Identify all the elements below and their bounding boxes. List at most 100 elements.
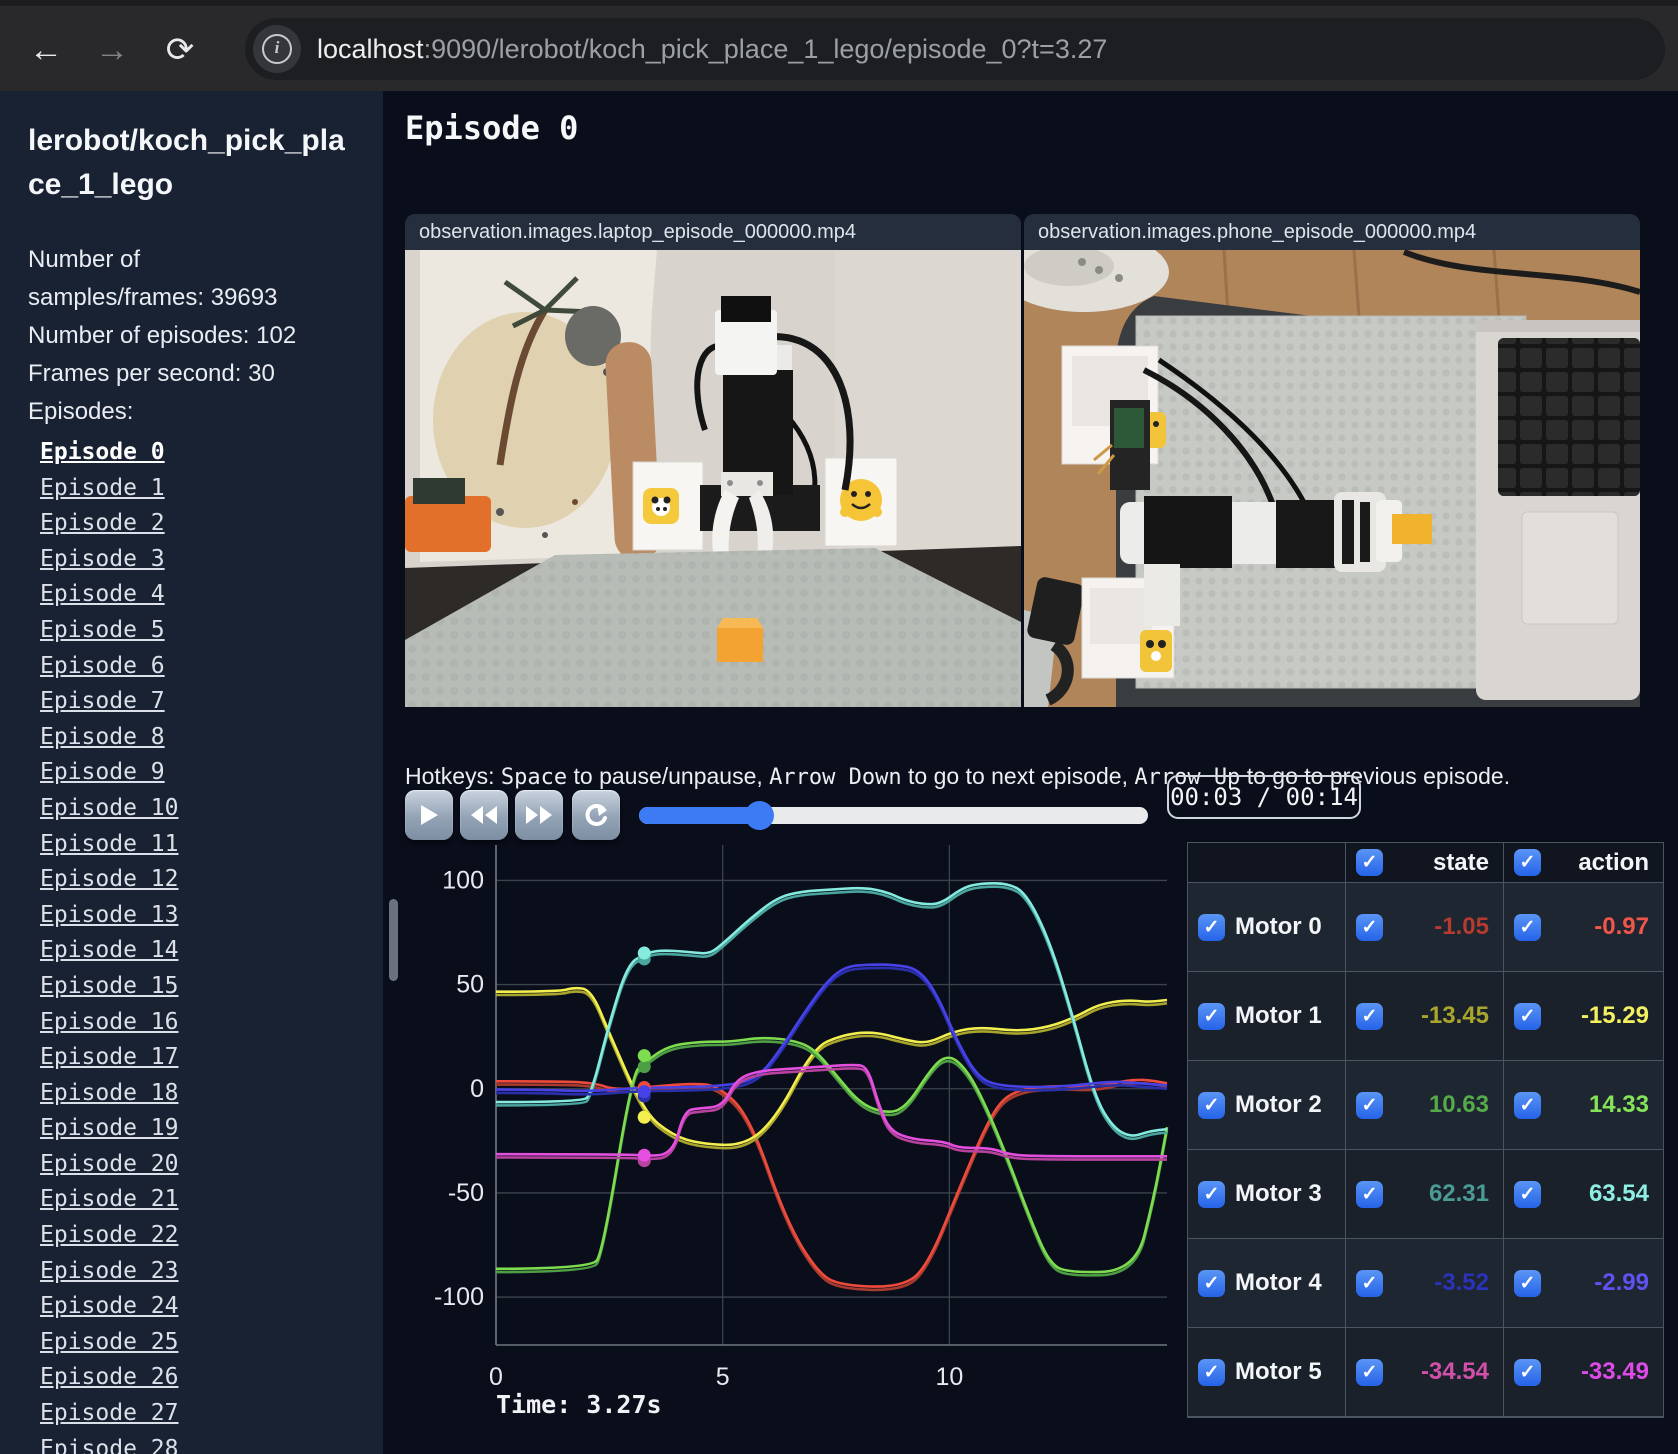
chart-time-label: Time: 3.27s bbox=[496, 1390, 662, 1419]
table-row: ✓ Motor 3 ✓ 62.31 ✓ 63.54 bbox=[1188, 1150, 1663, 1239]
checkbox-motor-5[interactable]: ✓ bbox=[1198, 1358, 1225, 1386]
sidebar-episode-link[interactable]: Episode 18 bbox=[40, 1076, 178, 1112]
site-info-button[interactable]: i bbox=[253, 25, 301, 73]
time-display: 00:03 / 00:14 bbox=[1167, 775, 1361, 819]
checkbox-motor-2[interactable]: ✓ bbox=[1198, 1091, 1225, 1119]
y-tick-label: -100 bbox=[434, 1283, 484, 1311]
sidebar-episode-link[interactable]: Episode 22 bbox=[40, 1218, 178, 1254]
action-cell: ✓ -2.99 bbox=[1504, 1239, 1663, 1328]
sidebar-episode-link[interactable]: Episode 7 bbox=[40, 684, 178, 720]
sidebar-episode-link[interactable]: Episode 12 bbox=[40, 862, 178, 898]
motor-name-label: Motor 2 bbox=[1235, 1091, 1322, 1118]
state-value: 62.31 bbox=[1428, 1180, 1489, 1207]
sidebar-episode-link[interactable]: Episode 17 bbox=[40, 1040, 178, 1076]
sidebar-episode-link[interactable]: Episode 1 bbox=[40, 471, 178, 507]
sidebar-episode-link[interactable]: Episode 6 bbox=[40, 649, 178, 685]
checkbox-motor-1-action[interactable]: ✓ bbox=[1514, 1002, 1541, 1030]
motor-name-cell: ✓ Motor 0 bbox=[1188, 883, 1346, 972]
checkbox-motor-1-state[interactable]: ✓ bbox=[1356, 1002, 1383, 1030]
sidebar: lerobot/koch_pick_place_1_lego Number of… bbox=[0, 91, 383, 1454]
address-bar[interactable]: i localhost:9090/lerobot/koch_pick_place… bbox=[245, 18, 1665, 80]
sidebar-episode-link[interactable]: Episode 3 bbox=[40, 542, 178, 578]
seek-slider[interactable] bbox=[639, 801, 1148, 830]
play-button[interactable] bbox=[405, 790, 453, 840]
sidebar-episode-link[interactable]: Episode 10 bbox=[40, 791, 178, 827]
sidebar-episode-link[interactable]: Episode 4 bbox=[40, 577, 178, 613]
motor-name-cell: ✓ Motor 2 bbox=[1188, 1061, 1346, 1150]
motor-name-label: Motor 1 bbox=[1235, 1002, 1322, 1029]
checkbox-motor-3-state[interactable]: ✓ bbox=[1356, 1180, 1383, 1208]
checkbox-motor-3[interactable]: ✓ bbox=[1198, 1180, 1225, 1208]
sidebar-episode-link[interactable]: Episode 20 bbox=[40, 1147, 178, 1183]
sidebar-episode-link[interactable]: Episode 15 bbox=[40, 969, 178, 1005]
checkbox-motor-3-action[interactable]: ✓ bbox=[1514, 1180, 1541, 1208]
video-laptop[interactable] bbox=[405, 250, 1021, 707]
checkbox-motor-4-state[interactable]: ✓ bbox=[1356, 1269, 1383, 1297]
url-host: localhost bbox=[317, 33, 424, 64]
sidebar-episode-link[interactable]: Episode 2 bbox=[40, 506, 178, 542]
browser-reload-icon[interactable]: ⟳ bbox=[158, 28, 202, 72]
motor-table: ✓ state ✓ action ✓ Motor 0 ✓ -1.05 ✓ -0.97 ✓ Motor … bbox=[1187, 842, 1664, 1418]
state-cell: ✓ -13.45 bbox=[1346, 972, 1504, 1061]
sidebar-episode-link[interactable]: Episode 24 bbox=[40, 1289, 178, 1325]
sidebar-episode-link[interactable]: Episode 0 bbox=[40, 435, 178, 471]
fast-forward-icon bbox=[526, 806, 552, 824]
sidebar-episode-link[interactable]: Episode 5 bbox=[40, 613, 178, 649]
checkbox-motor-5-action[interactable]: ✓ bbox=[1514, 1358, 1541, 1386]
video-panel-laptop: observation.images.laptop_episode_000000… bbox=[405, 214, 1021, 707]
sidebar-episode-link[interactable]: Episode 27 bbox=[40, 1396, 178, 1432]
table-corner-cell bbox=[1188, 843, 1346, 883]
loop-icon bbox=[585, 804, 607, 826]
checkbox-motor-1[interactable]: ✓ bbox=[1198, 1002, 1225, 1030]
hotkey-text: to pause/unpause, bbox=[567, 763, 770, 789]
sidebar-episode-link[interactable]: Episode 8 bbox=[40, 720, 178, 756]
hotkey-text: to go to next episode, bbox=[901, 763, 1135, 789]
sidebar-episode-link[interactable]: Episode 26 bbox=[40, 1360, 178, 1396]
fast-forward-button[interactable] bbox=[515, 790, 563, 840]
y-tick-label: -50 bbox=[448, 1179, 484, 1207]
action-value: -2.99 bbox=[1594, 1269, 1649, 1296]
sidebar-episode-link[interactable]: Episode 21 bbox=[40, 1182, 178, 1218]
sidebar-episode-link[interactable]: Episode 25 bbox=[40, 1325, 178, 1361]
sidebar-episode-link[interactable]: Episode 9 bbox=[40, 755, 178, 791]
checkbox-all-action[interactable]: ✓ bbox=[1514, 849, 1541, 876]
checkbox-all-state[interactable]: ✓ bbox=[1356, 849, 1383, 876]
checkbox-motor-4[interactable]: ✓ bbox=[1198, 1269, 1225, 1297]
sidebar-episode-link[interactable]: Episode 16 bbox=[40, 1005, 178, 1041]
sidebar-episode-link[interactable]: Episode 19 bbox=[40, 1111, 178, 1147]
checkbox-motor-2-action[interactable]: ✓ bbox=[1514, 1091, 1541, 1119]
browser-back-icon[interactable]: ← bbox=[24, 28, 68, 72]
sidebar-episode-link[interactable]: Episode 14 bbox=[40, 933, 178, 969]
y-tick-label: 100 bbox=[442, 866, 484, 894]
loop-button[interactable] bbox=[572, 790, 620, 840]
checkbox-motor-0-action[interactable]: ✓ bbox=[1514, 913, 1541, 941]
browser-toolbar: ← → ⟳ i localhost:9090/lerobot/koch_pick… bbox=[0, 0, 1678, 91]
checkbox-motor-5-state[interactable]: ✓ bbox=[1356, 1358, 1383, 1386]
column-header-label: state bbox=[1432, 848, 1489, 876]
sidebar-episode-link[interactable]: Episode 28 bbox=[40, 1432, 178, 1454]
x-tick-label: 10 bbox=[935, 1363, 963, 1391]
checkbox-motor-0-state[interactable]: ✓ bbox=[1356, 913, 1383, 941]
state-value: -34.54 bbox=[1420, 1358, 1489, 1385]
rewind-button[interactable] bbox=[460, 790, 508, 840]
checkbox-motor-2-state[interactable]: ✓ bbox=[1356, 1091, 1383, 1119]
sidebar-episode-link[interactable]: Episode 23 bbox=[40, 1254, 178, 1290]
episode-list: Episode 0 Episode 1 Episode 2 Episode 3 Epis… bbox=[40, 435, 178, 1454]
main-content: Episode 0 observation.images.laptop_epis… bbox=[383, 91, 1678, 1454]
chart-line-action bbox=[495, 1078, 1168, 1288]
sidebar-episode-link[interactable]: Episode 11 bbox=[40, 827, 178, 863]
seek-slider-thumb[interactable] bbox=[745, 801, 774, 830]
dataset-info-line: Frames per second: 30 bbox=[28, 360, 275, 387]
motor-name-cell: ✓ Motor 1 bbox=[1188, 972, 1346, 1061]
browser-forward-icon[interactable]: → bbox=[90, 28, 134, 72]
sidebar-episode-link[interactable]: Episode 13 bbox=[40, 898, 178, 934]
checkbox-motor-0[interactable]: ✓ bbox=[1198, 913, 1225, 941]
table-row: ✓ Motor 5 ✓ -34.54 ✓ -33.49 bbox=[1188, 1328, 1663, 1417]
motor-chart[interactable]: 100 50 0 -50 -100 0 5 10 bbox=[380, 835, 1180, 1454]
seek-slider-fill bbox=[639, 807, 759, 824]
video-phone[interactable] bbox=[1024, 250, 1640, 707]
motor-name-cell: ✓ Motor 4 bbox=[1188, 1239, 1346, 1328]
y-tick-label: 0 bbox=[470, 1075, 484, 1103]
checkbox-motor-4-action[interactable]: ✓ bbox=[1514, 1269, 1541, 1297]
motor-name-cell: ✓ Motor 5 bbox=[1188, 1328, 1346, 1417]
